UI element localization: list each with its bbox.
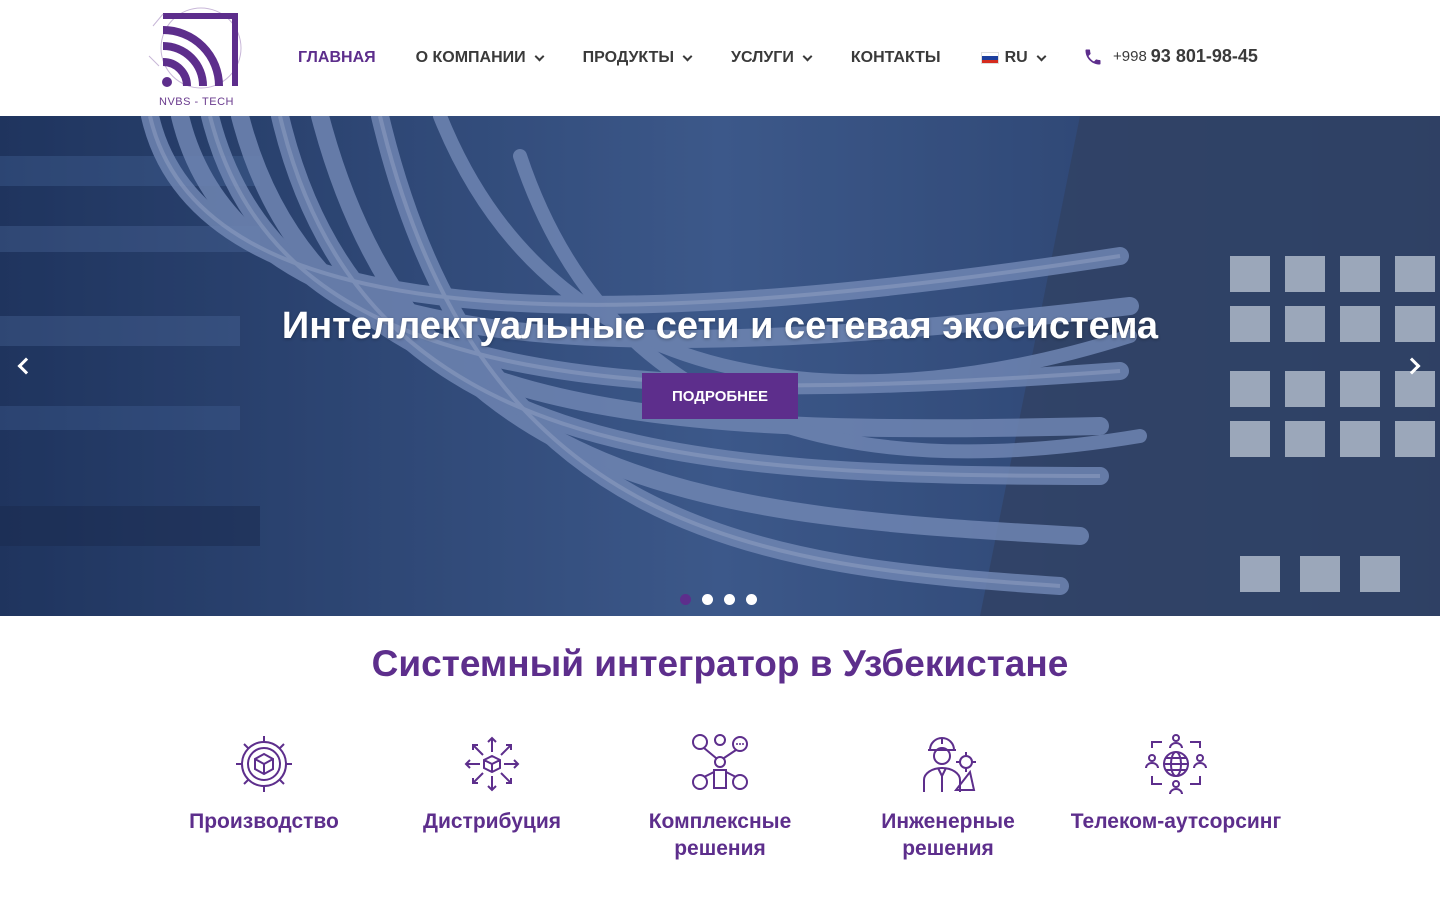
nav-item-label: ПРОДУКТЫ <box>582 49 675 66</box>
chevron-down-icon <box>682 51 693 61</box>
feature-label: Производство <box>189 810 339 833</box>
slider-dot[interactable] <box>702 594 713 605</box>
telecom-globe-icon <box>1145 734 1207 795</box>
language-switcher[interactable]: RU <box>980 49 1047 67</box>
feature-telecom-outsourcing[interactable]: Телеком-аутсорсинг <box>1062 732 1290 835</box>
more-details-button[interactable]: ПОДРОБНЕЕ <box>642 373 798 419</box>
phone-number: 93 801-98-45 <box>1150 46 1258 66</box>
hero-title: Интеллектуальные сети и сетевая экосисте… <box>281 305 1159 347</box>
phone-code: +998 <box>1113 48 1147 65</box>
section-title: Системный интегратор в Узбекистане <box>371 643 1069 684</box>
logo[interactable]: NVBS - TECH <box>143 6 243 112</box>
nav-item-about[interactable]: О КОМПАНИИ <box>415 49 545 67</box>
nav-item-services[interactable]: УСЛУГИ <box>731 49 813 67</box>
chevron-left-icon <box>17 357 35 375</box>
phone-link[interactable]: +998 93 801-98-45 <box>1083 46 1258 67</box>
gear-cube-icon <box>236 736 292 792</box>
feature-engineering-solutions[interactable]: Инженерные решения <box>834 732 1062 862</box>
language-label: RU <box>1004 49 1028 66</box>
feature-label: Телеком-аутсорсинг <box>1070 810 1282 833</box>
chevron-down-icon <box>1036 51 1047 61</box>
wifi-logo-icon <box>148 7 242 89</box>
nav-item-label: ГЛАВНАЯ <box>298 49 376 66</box>
chevron-down-icon <box>534 51 545 61</box>
nav-item-label: УСЛУГИ <box>731 49 794 66</box>
nav-item-products[interactable]: ПРОДУКТЫ <box>582 49 693 67</box>
nav-item-contacts[interactable]: КОНТАКТЫ <box>851 49 941 67</box>
feature-label: Инженерные решения <box>881 810 1015 860</box>
slider-prev-arrow[interactable] <box>12 355 36 379</box>
distribution-arrows-icon <box>464 736 520 792</box>
slider-dot[interactable] <box>746 594 757 605</box>
chevron-down-icon <box>802 51 813 61</box>
feature-distribution[interactable]: Дистрибуция <box>378 732 606 835</box>
solutions-network-icon <box>692 734 748 790</box>
slider-pagination <box>680 594 768 605</box>
nav-item-label: О КОМПАНИИ <box>415 49 526 66</box>
chevron-right-icon <box>1403 357 1421 375</box>
nav-item-home[interactable]: ГЛАВНАЯ <box>298 49 376 67</box>
feature-label: Дистрибуция <box>422 810 562 833</box>
feature-label: Комплексные решения <box>648 810 792 860</box>
site-header: NVBS - TECH ГЛАВНАЯ О КОМПАНИИ ПРОДУКТЫ … <box>0 0 1440 116</box>
logo-text: NVBS - TECH <box>159 96 234 108</box>
main-nav: ГЛАВНАЯ О КОМПАНИИ ПРОДУКТЫ УСЛУГИ КОНТА… <box>298 46 1047 70</box>
engineer-icon <box>923 737 976 792</box>
feature-production[interactable]: Производство <box>150 732 378 835</box>
slider-dot[interactable] <box>724 594 735 605</box>
slider-next-arrow[interactable] <box>1403 355 1428 379</box>
hero-overlay <box>0 116 1440 616</box>
hero-slider <box>0 116 1440 616</box>
phone-icon <box>1085 49 1101 64</box>
feature-complex-solutions[interactable]: Комплексные решения <box>606 732 834 862</box>
nav-item-label: КОНТАКТЫ <box>850 49 941 66</box>
russia-flag-icon <box>980 52 999 64</box>
slider-dot[interactable] <box>680 594 691 605</box>
